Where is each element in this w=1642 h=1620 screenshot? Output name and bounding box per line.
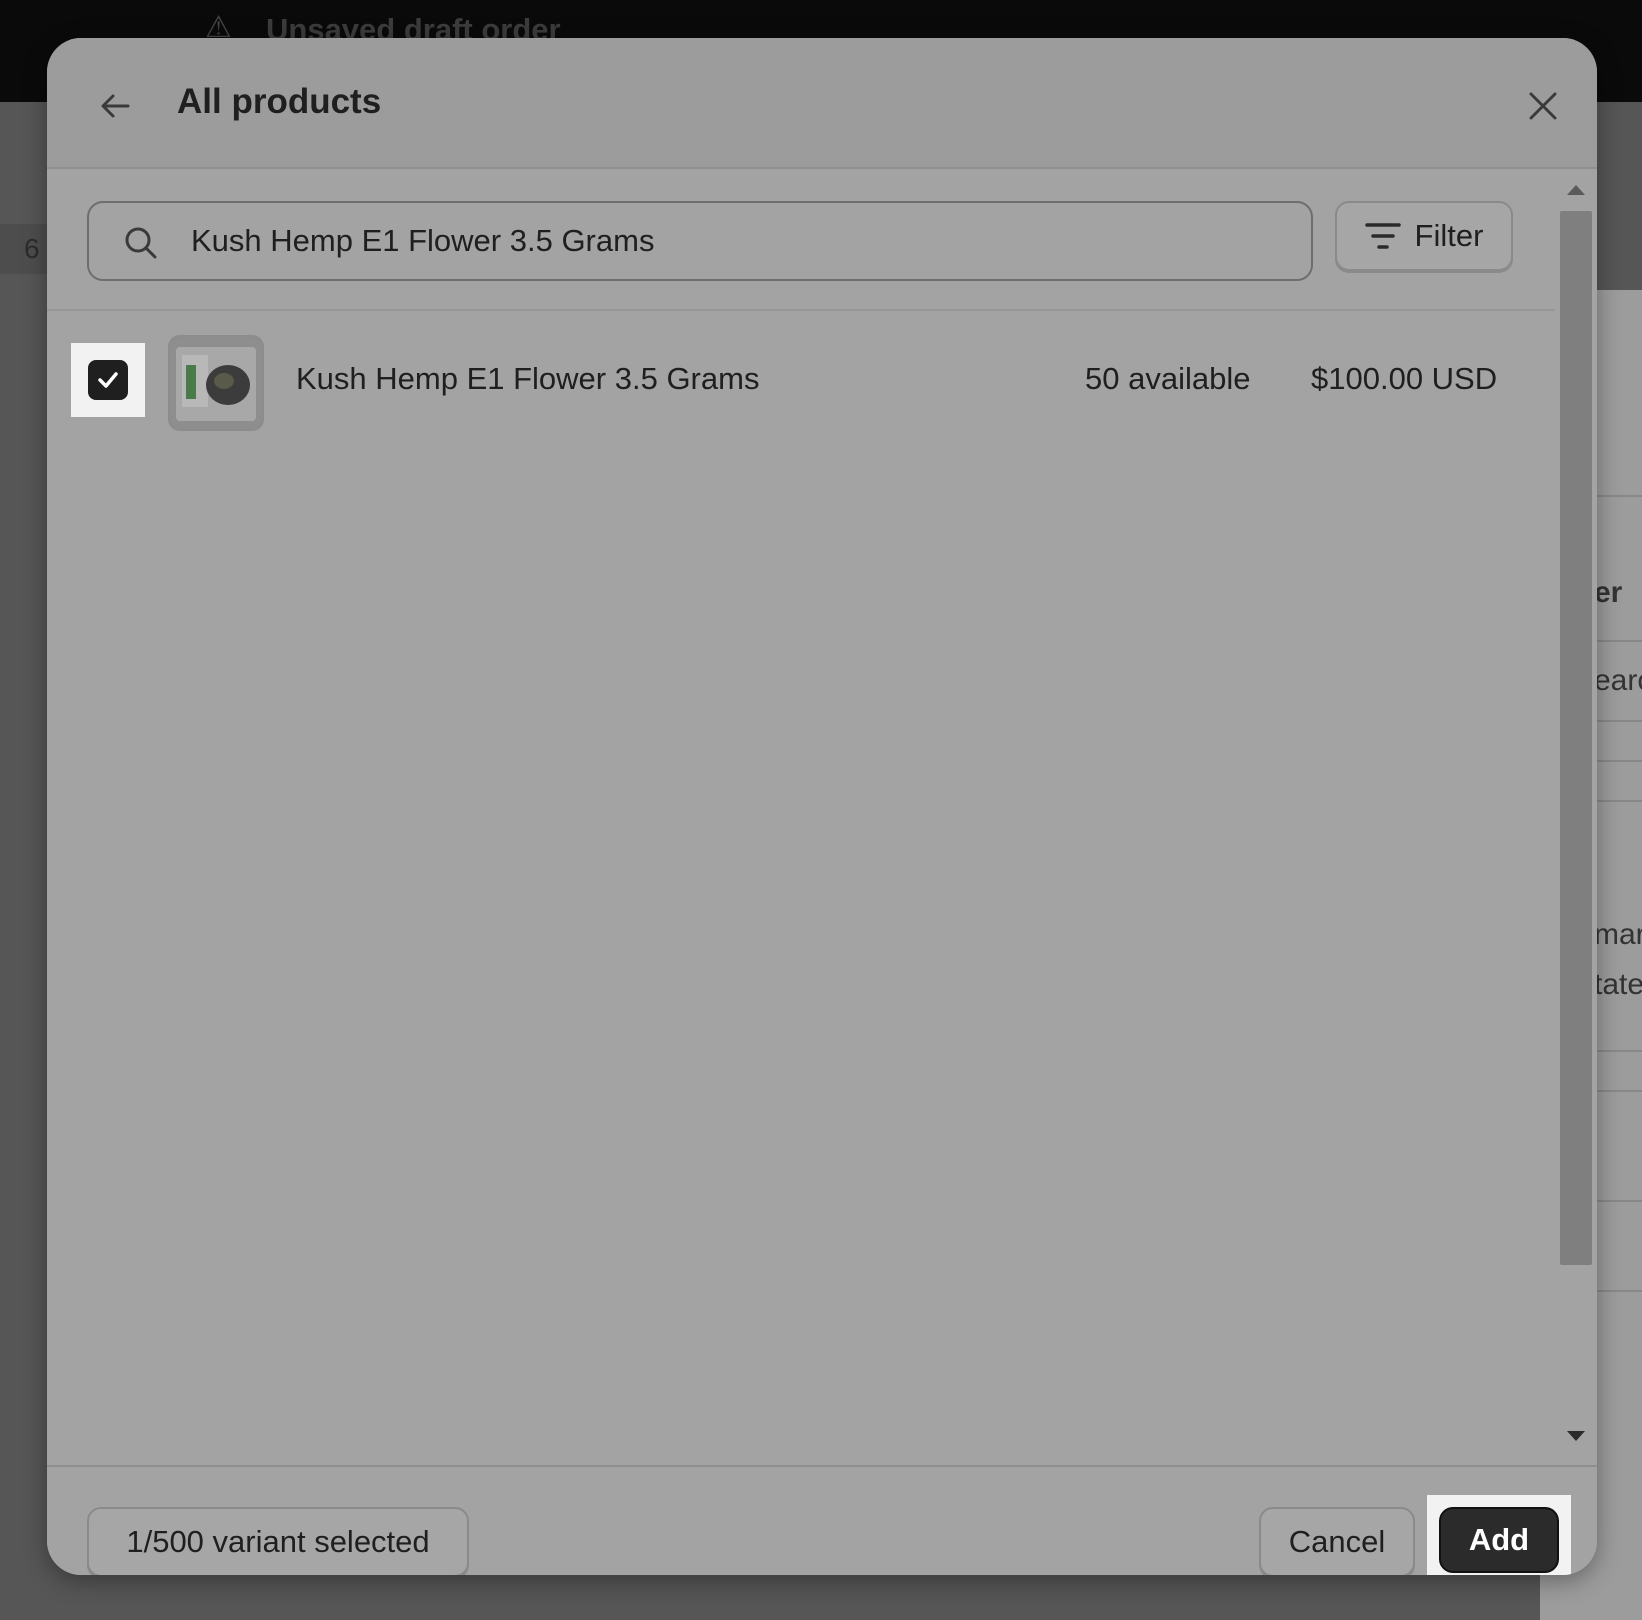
search-row: Filter (47, 169, 1555, 311)
modal-header: All products (47, 38, 1597, 169)
add-button[interactable]: Add (1439, 1507, 1559, 1573)
scrollbar[interactable] (1555, 169, 1597, 1465)
close-button[interactable] (1515, 78, 1571, 134)
modal-title: All products (177, 82, 382, 121)
variant-selected-button[interactable]: 1/500 variant selected (87, 1507, 469, 1575)
cancel-button[interactable]: Cancel (1259, 1507, 1415, 1575)
product-image (170, 337, 262, 429)
filter-lines-icon (1364, 223, 1401, 249)
search-icon (125, 227, 157, 259)
filter-label: Filter (1414, 218, 1484, 253)
product-availability: 50 available (1085, 361, 1251, 396)
modal-body: Filter (47, 169, 1555, 1465)
back-button[interactable] (87, 78, 143, 134)
background-heading: er (1594, 576, 1623, 609)
search-box[interactable] (87, 201, 1313, 281)
product-row[interactable]: Kush Hemp E1 Flower 3.5 Grams 50 availab… (47, 313, 1555, 453)
background-search-text: earc (1594, 664, 1642, 697)
product-checkbox[interactable] (71, 343, 145, 417)
checkmark-icon (98, 372, 118, 388)
checkbox-checked (88, 360, 128, 400)
product-price: $100.00 USD (1311, 361, 1498, 396)
scroll-up-arrow-icon[interactable] (1567, 185, 1585, 195)
scroll-down-arrow-icon[interactable] (1567, 1431, 1585, 1441)
background-text: mar (1594, 918, 1642, 951)
product-name: Kush Hemp E1 Flower 3.5 Grams (296, 361, 760, 396)
search-input[interactable] (191, 203, 1291, 279)
background-text: tate (1594, 968, 1642, 1001)
scrollbar-thumb[interactable] (1560, 211, 1592, 1265)
product-thumbnail (168, 335, 264, 431)
arrow-left-icon (101, 94, 130, 118)
close-icon (1529, 92, 1557, 120)
modal-footer: 1/500 variant selected Cancel Add (47, 1465, 1597, 1575)
product-picker-modal: All products Kush Hemp E1 Flower 3.5 Gra… (47, 38, 1597, 1575)
filter-button[interactable]: Filter (1335, 201, 1513, 271)
page: ⚠ Unsaved draft order 6 er earc mar tate… (0, 0, 1642, 1620)
